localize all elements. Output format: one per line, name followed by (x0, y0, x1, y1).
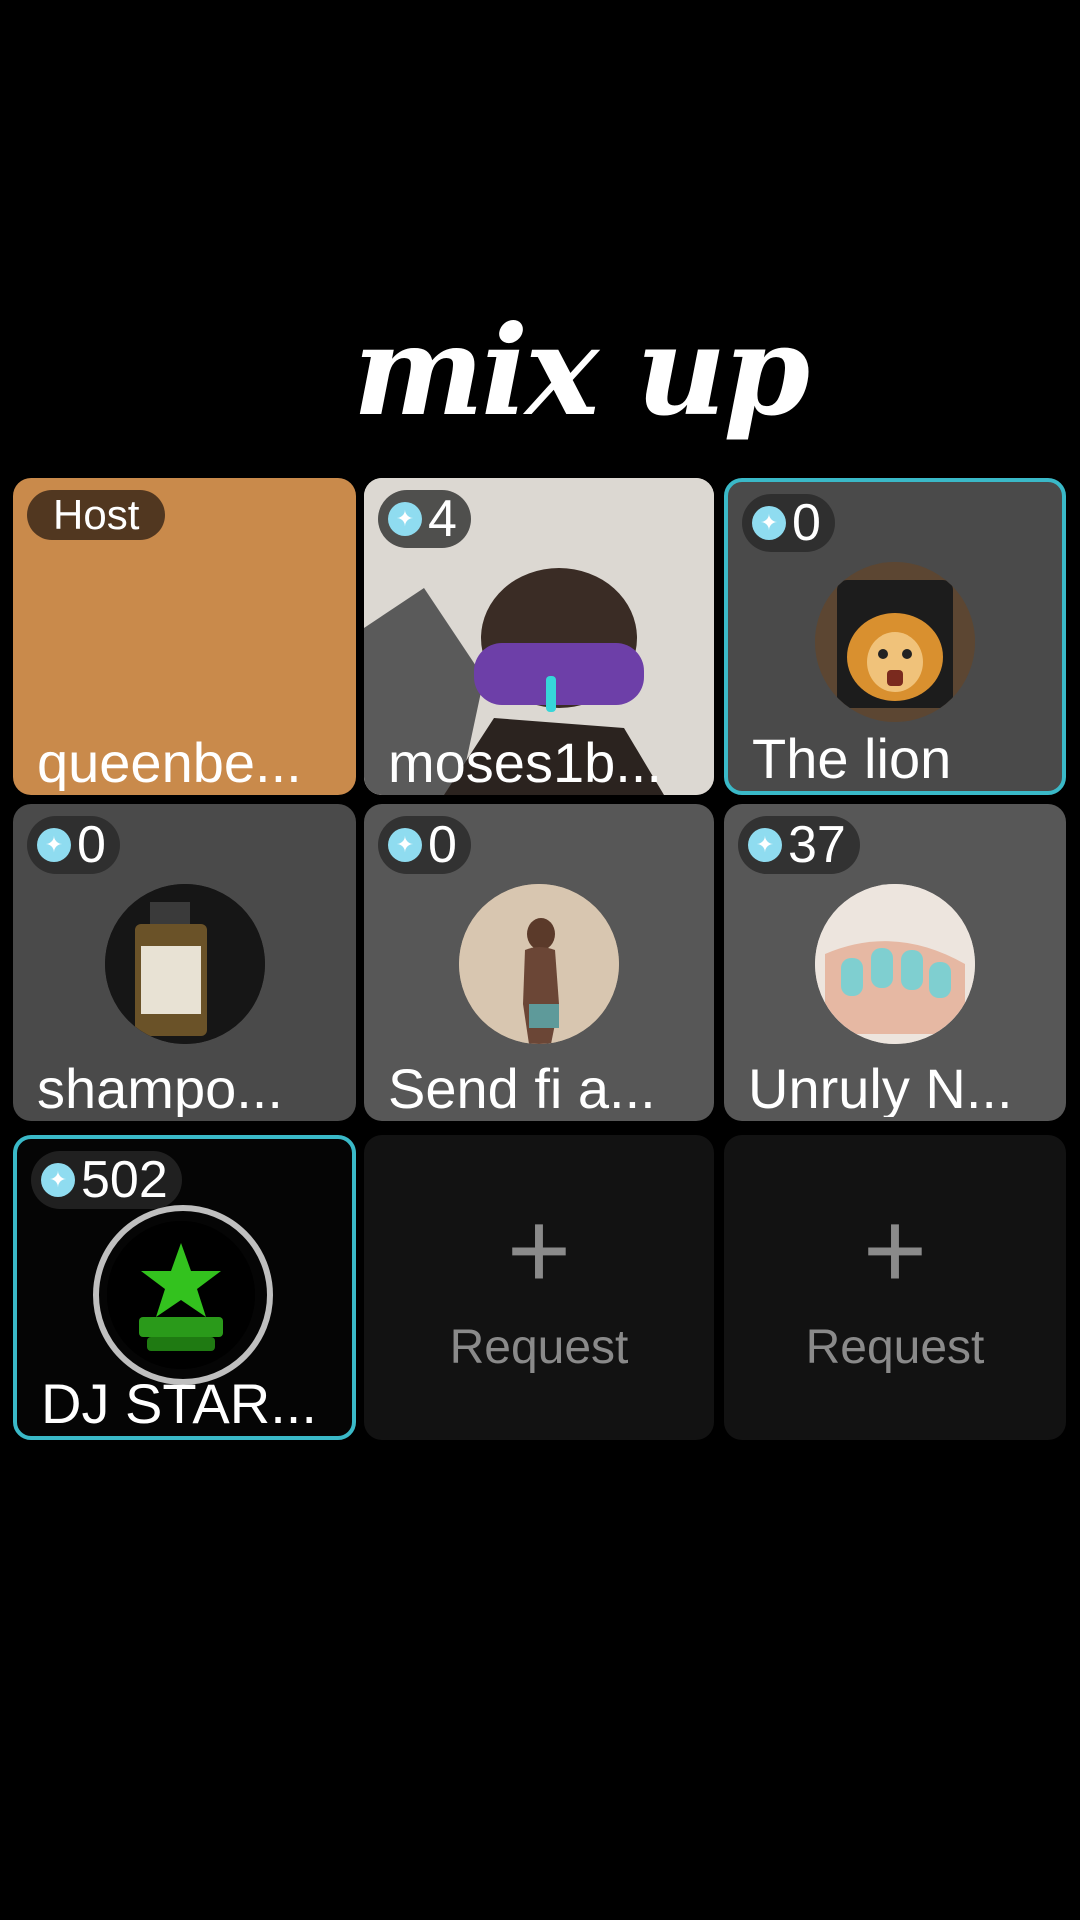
gift-count-badge: ✦ 0 (742, 494, 835, 552)
avatar (815, 884, 975, 1044)
page-title: mix up (352, 299, 810, 444)
seat-guest-3[interactable]: ✦ 0 shampo... (13, 804, 356, 1121)
gift-count: 4 (428, 490, 457, 548)
gift-count-badge: ✦ 0 (27, 816, 120, 874)
gift-count-badge: ✦ 4 (378, 490, 471, 548)
gem-icon: ✦ (388, 502, 422, 536)
gift-count-badge: ✦ 37 (738, 816, 860, 874)
perfume-bottle-image (104, 884, 265, 1044)
seat-request-1[interactable]: + Request (364, 1135, 714, 1440)
avatar (104, 884, 265, 1044)
gem-icon: ✦ (752, 506, 786, 540)
seat-name: Send fi a... (388, 1061, 656, 1117)
seat-guest-1[interactable]: ✦ 4 moses1b... (364, 478, 714, 795)
gem-icon: ✦ (388, 828, 422, 862)
plus-icon: + (506, 1188, 572, 1312)
seat-name: Unruly N... (748, 1061, 1013, 1117)
gift-count: 37 (788, 816, 846, 874)
gift-count: 0 (77, 816, 106, 874)
seat-host[interactable]: Host queenbe... (13, 478, 356, 795)
seat-name: queenbe... (37, 735, 302, 791)
seat-guest-6[interactable]: ✦ 502 DJ STAR... (13, 1135, 356, 1440)
gem-icon: ✦ (748, 828, 782, 862)
gem-icon: ✦ (41, 1163, 75, 1197)
request-label: Request (805, 1320, 985, 1374)
avatar (815, 562, 975, 722)
person-photo-image (459, 884, 619, 1044)
seat-guest-2[interactable]: ✦ 0 The lion (724, 478, 1066, 795)
plus-icon: + (862, 1188, 928, 1312)
gift-count: 0 (792, 494, 821, 552)
avatar (106, 1221, 255, 1369)
seat-guest-4[interactable]: ✦ 0 Send fi a... (364, 804, 714, 1121)
nails-photo-image (815, 884, 975, 1044)
seat-name: The lion (752, 731, 952, 787)
seat-name: shampo... (37, 1061, 283, 1117)
host-badge: Host (27, 490, 166, 540)
avatar (459, 884, 619, 1044)
seat-name: moses1b... (388, 735, 662, 791)
gift-count: 0 (428, 816, 457, 874)
seat-guest-5[interactable]: ✦ 37 Unruly N... (724, 804, 1066, 1121)
gift-count-badge: ✦ 0 (378, 816, 471, 874)
seat-name: DJ STAR... (41, 1376, 317, 1432)
team-star-one-logo-icon (106, 1221, 255, 1369)
request-label: Request (449, 1320, 629, 1374)
lion-logo-icon (815, 562, 975, 722)
gift-count-badge: ✦ 502 (31, 1151, 182, 1209)
gift-count: 502 (81, 1151, 168, 1209)
seat-request-2[interactable]: + Request (724, 1135, 1066, 1440)
gem-icon: ✦ (37, 828, 71, 862)
